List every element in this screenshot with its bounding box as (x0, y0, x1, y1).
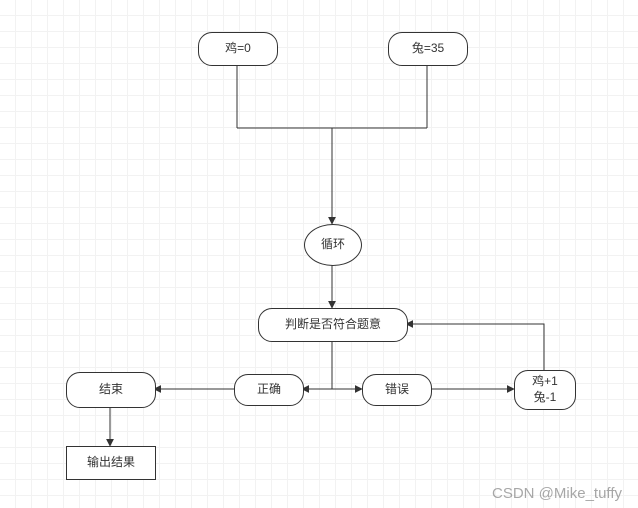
node-label: 结束 (99, 382, 123, 398)
node-correct: 正确 (234, 374, 304, 406)
flowchart-canvas: 鸡=0 兔=35 循环 判断是否符合题意 正确 错误 鸡+1 兔-1 结束 输出… (0, 0, 638, 508)
node-output: 输出结果 (66, 446, 156, 480)
node-label: 鸡=0 (225, 41, 251, 57)
node-label: 循环 (321, 237, 345, 253)
node-label: 判断是否符合题意 (285, 317, 381, 333)
node-label: 输出结果 (87, 455, 135, 471)
node-label: 错误 (385, 382, 409, 398)
node-label: 正确 (257, 382, 281, 398)
node-init-rabbit: 兔=35 (388, 32, 468, 66)
node-end: 结束 (66, 372, 156, 408)
watermark: CSDN @Mike_tuffy (492, 485, 622, 502)
node-wrong: 错误 (362, 374, 432, 406)
node-init-chicken: 鸡=0 (198, 32, 278, 66)
node-label: 兔=35 (412, 41, 444, 57)
node-loop: 循环 (304, 224, 362, 266)
node-adjust: 鸡+1 兔-1 (514, 370, 576, 410)
node-label: 鸡+1 兔-1 (532, 374, 558, 405)
node-judge: 判断是否符合题意 (258, 308, 408, 342)
